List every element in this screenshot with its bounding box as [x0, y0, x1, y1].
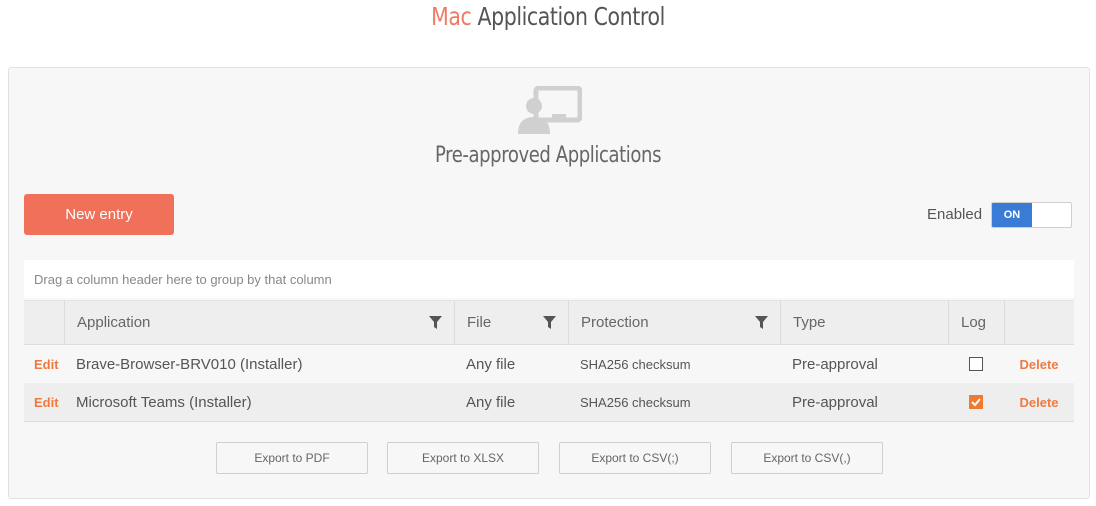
protection-cell: SHA256 checksum: [580, 394, 691, 410]
grid-divider: [24, 421, 1074, 422]
column-header-log[interactable]: Log: [948, 301, 1004, 344]
filter-icon[interactable]: [755, 316, 768, 329]
column-header-type[interactable]: Type: [780, 301, 948, 344]
application-cell: Brave-Browser-BRV010 (Installer): [76, 355, 303, 373]
checkmark-icon: [971, 398, 981, 407]
enabled-label: Enabled: [927, 206, 983, 223]
column-label: Log: [961, 314, 987, 331]
log-checkbox[interactable]: [969, 357, 983, 371]
column-header-protection[interactable]: Protection: [568, 301, 780, 344]
user-screen-icon: [518, 86, 582, 134]
data-grid: Application File Protection Type Log Edi…: [24, 300, 1074, 421]
enabled-toggle[interactable]: ON: [991, 202, 1072, 228]
header-spacer: [24, 301, 64, 344]
file-cell: Any file: [466, 355, 516, 373]
title-accent: Mac: [431, 2, 472, 31]
table-row: Edit Brave-Browser-BRV010 (Installer) An…: [24, 345, 1074, 383]
type-cell: Pre-approval: [792, 355, 878, 373]
table-row: Edit Microsoft Teams (Installer) Any fil…: [24, 383, 1074, 421]
file-cell: Any file: [466, 393, 516, 411]
delete-link[interactable]: Delete: [1004, 357, 1074, 372]
group-panel[interactable]: Drag a column header here to group by th…: [24, 260, 1074, 298]
filter-icon[interactable]: [543, 316, 556, 329]
filter-icon[interactable]: [429, 316, 442, 329]
log-checkbox[interactable]: [969, 395, 983, 409]
application-cell: Microsoft Teams (Installer): [76, 393, 252, 411]
column-header-file[interactable]: File: [454, 301, 568, 344]
page-title: Mac Application Control: [99, 2, 998, 31]
export-csv-semicolon-button[interactable]: Export to CSV(;): [559, 442, 711, 474]
column-label: Application: [77, 314, 151, 331]
export-csv-comma-button[interactable]: Export to CSV(,): [731, 442, 883, 474]
title-rest: Application Control: [477, 2, 666, 31]
new-entry-button[interactable]: New entry: [24, 194, 174, 235]
toggle-on-label: ON: [992, 203, 1032, 227]
type-cell: Pre-approval: [792, 393, 878, 411]
column-label: File: [467, 314, 492, 331]
log-cell: [948, 395, 1004, 409]
edit-link[interactable]: Edit: [24, 357, 64, 372]
column-header-application[interactable]: Application: [64, 301, 454, 344]
grid-header: Application File Protection Type Log: [24, 301, 1074, 345]
log-cell: [948, 357, 1004, 371]
section-title: Pre-approved Applications: [434, 143, 662, 168]
column-label: Type: [793, 314, 826, 331]
header-spacer: [1004, 301, 1074, 344]
delete-link[interactable]: Delete: [1004, 395, 1074, 410]
export-pdf-button[interactable]: Export to PDF: [216, 442, 368, 474]
export-xlsx-button[interactable]: Export to XLSX: [387, 442, 539, 474]
protection-cell: SHA256 checksum: [580, 356, 691, 372]
column-label: Protection: [581, 314, 649, 331]
edit-link[interactable]: Edit: [24, 395, 64, 410]
